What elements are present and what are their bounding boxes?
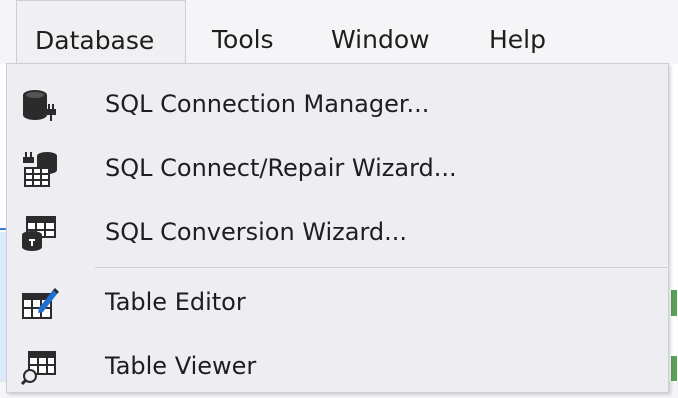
menu-bar: Database Tools Window Help — [0, 0, 678, 64]
database-plug-icon — [21, 88, 57, 122]
menu-item-label: Table Viewer — [105, 352, 257, 380]
menu-tools[interactable]: Tools — [212, 0, 274, 64]
menu-help[interactable]: Help — [489, 0, 546, 64]
connect-repair-wizard-icon — [21, 152, 57, 187]
conversion-wizard-icon — [21, 216, 57, 251]
background-green-marker — [671, 356, 677, 381]
menu-item-label: SQL Conversion Wizard... — [105, 218, 408, 246]
menu-item-label: SQL Connect/Repair Wizard... — [105, 154, 457, 182]
menu-help-label: Help — [489, 25, 546, 54]
menu-item-table-viewer[interactable]: Table Viewer — [7, 334, 668, 398]
menu-item-sql-connection-manager[interactable]: SQL Connection Manager... — [7, 72, 668, 136]
menu-window[interactable]: Window — [331, 0, 430, 64]
background-right-edge — [670, 64, 678, 381]
menu-window-label: Window — [331, 25, 430, 54]
menu-item-sql-connect-repair-wizard[interactable]: SQL Connect/Repair Wizard... — [7, 136, 668, 200]
table-edit-icon — [21, 286, 59, 320]
menu-item-label: SQL Connection Manager... — [105, 90, 430, 118]
menu-database[interactable]: Database — [16, 0, 186, 64]
menu-database-label: Database — [35, 26, 155, 55]
database-dropdown-menu: SQL Connection Manager... SQL Connect/Re… — [6, 63, 669, 393]
menu-separator — [95, 267, 667, 268]
background-green-marker — [671, 290, 677, 316]
menu-item-table-editor[interactable]: Table Editor — [7, 270, 668, 334]
menu-item-sql-conversion-wizard[interactable]: SQL Conversion Wizard... — [7, 200, 668, 264]
table-viewer-icon — [20, 350, 57, 386]
menu-item-label: Table Editor — [105, 288, 246, 316]
menu-tools-label: Tools — [212, 25, 274, 54]
